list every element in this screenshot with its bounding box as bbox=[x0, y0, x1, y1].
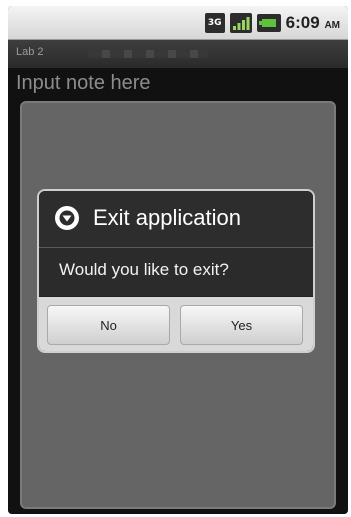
dialog-message: Would you like to exit? bbox=[39, 248, 313, 296]
yes-button[interactable]: Yes bbox=[180, 305, 303, 345]
input-note-label: Input note here bbox=[16, 72, 151, 94]
signal-icon bbox=[229, 13, 252, 33]
dialog-message-text: Would you like to exit? bbox=[59, 260, 229, 279]
status-bar: 3G 6:09 AM bbox=[8, 6, 348, 40]
no-button[interactable]: No bbox=[47, 305, 170, 345]
clock-time: 6:09 bbox=[285, 13, 320, 32]
clock: 6:09 AM bbox=[286, 13, 340, 33]
title-decoration bbox=[88, 50, 208, 58]
battery-icon bbox=[256, 14, 281, 32]
clock-ampm: AM bbox=[324, 20, 340, 31]
info-down-icon bbox=[55, 206, 79, 230]
3g-icon: 3G bbox=[204, 13, 225, 33]
exit-dialog: Exit application Would you like to exit?… bbox=[37, 189, 315, 353]
dialog-header: Exit application bbox=[39, 191, 313, 248]
app-title: Lab 2 bbox=[16, 46, 44, 58]
status-icons: 3G 6:09 AM bbox=[204, 12, 340, 34]
dialog-button-bar: No Yes bbox=[39, 297, 313, 351]
app-title-bar: Lab 2 bbox=[8, 40, 348, 68]
dialog-title: Exit application bbox=[93, 205, 241, 230]
